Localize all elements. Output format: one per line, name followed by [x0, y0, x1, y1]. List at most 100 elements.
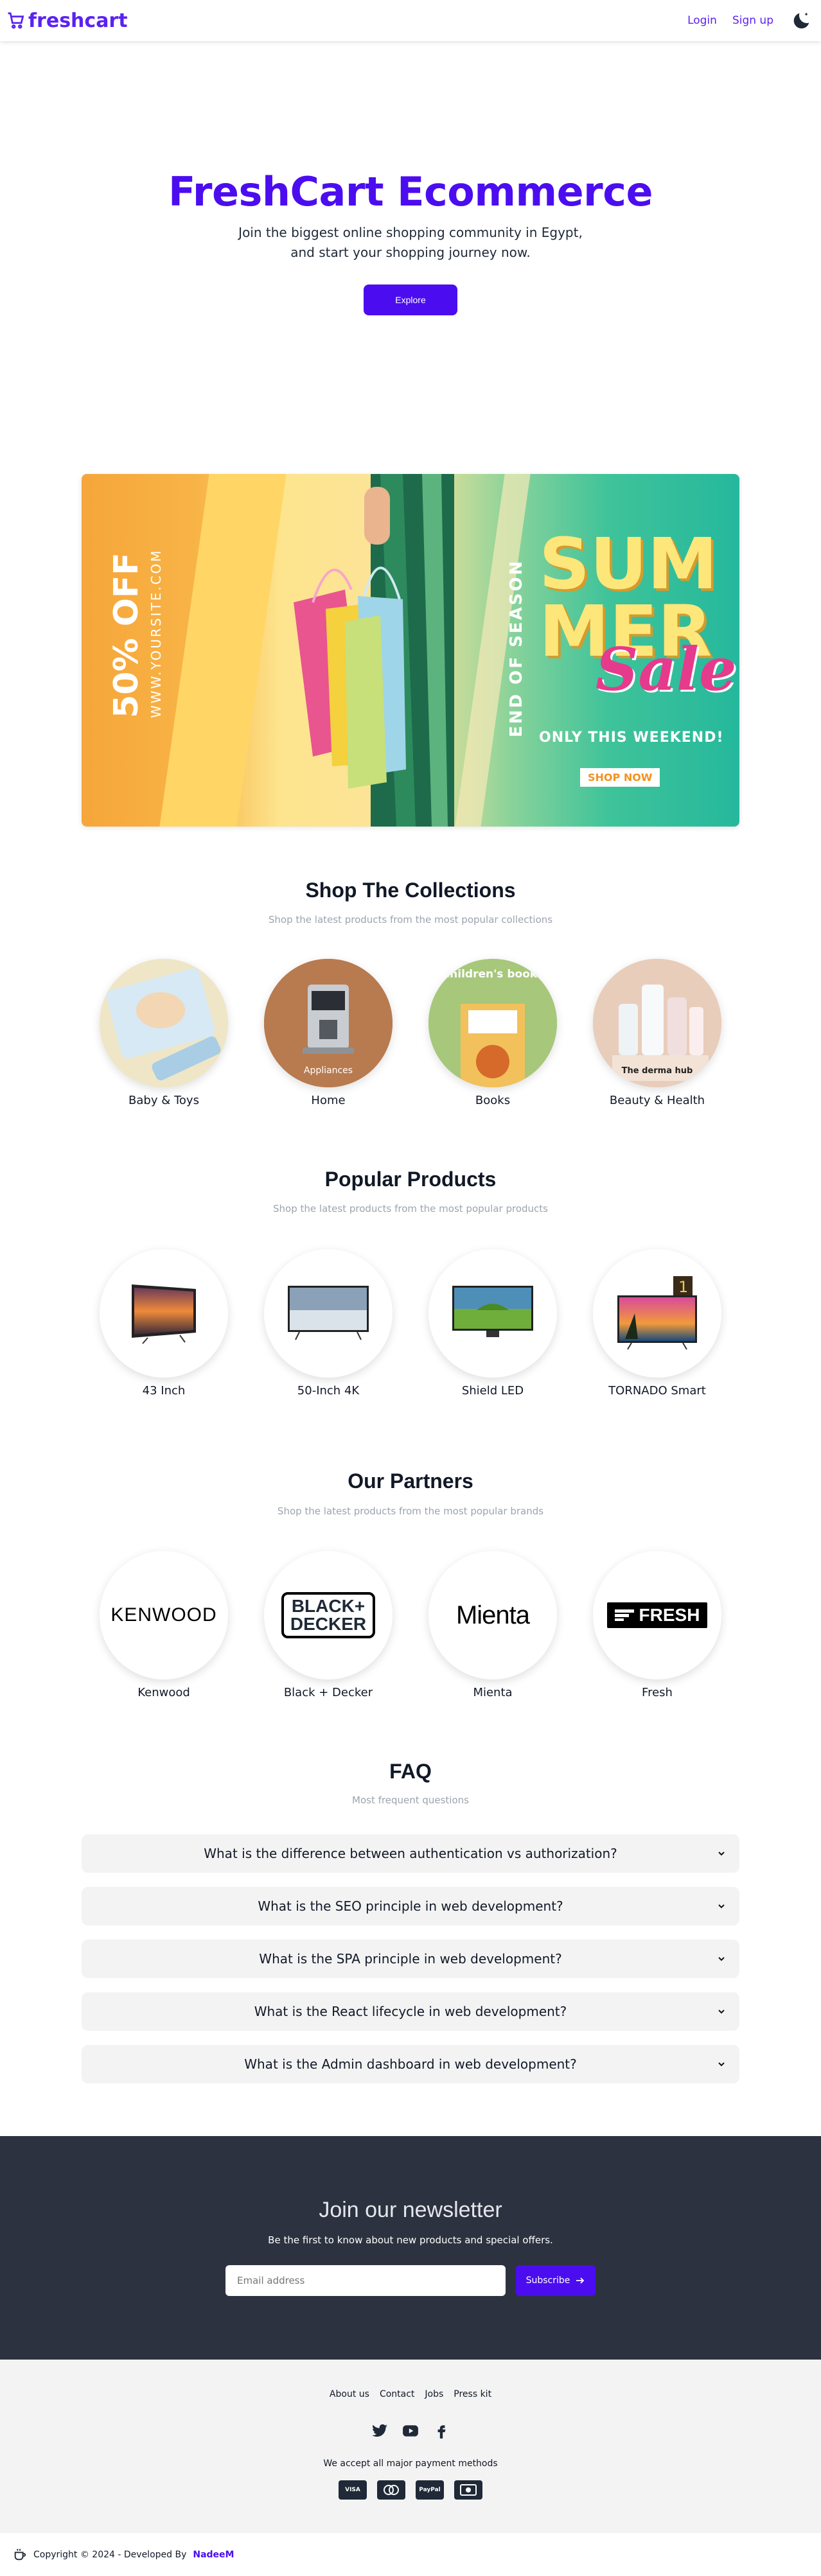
product-card[interactable]: 1 TORNADO Smart: [593, 1249, 721, 1398]
chevron-down-icon: [718, 2062, 725, 2067]
explore-button[interactable]: Explore: [364, 285, 457, 315]
credit-card-icon: [454, 2480, 482, 2500]
partners-title: Our Partners: [348, 1469, 473, 1493]
banner-sale: Sale: [596, 635, 737, 704]
collection-label: Baby & Toys: [128, 1094, 199, 1107]
fresh-logo-text: FRESH: [639, 1605, 700, 1625]
product-image: [428, 1249, 557, 1378]
moon-icon: [793, 12, 809, 29]
product-card[interactable]: 50-Inch 4K: [264, 1249, 393, 1398]
fresh-mark-icon: [614, 1609, 634, 1621]
facebook-icon[interactable]: [433, 2423, 450, 2439]
faq-question: What is the SEO principle in web develop…: [258, 1898, 563, 1914]
product-image: [264, 1249, 393, 1378]
partner-label: Black + Decker: [283, 1686, 373, 1699]
copyright-text: Copyright © 2024 - Developed By: [33, 2549, 187, 2560]
faq-item[interactable]: What is the SPA principle in web develop…: [82, 1940, 739, 1978]
shop-now-button[interactable]: SHOP NOW: [580, 768, 660, 787]
theme-toggle[interactable]: [789, 8, 815, 33]
tv-image: [132, 1284, 196, 1344]
developer-link[interactable]: NadeeM: [193, 2550, 234, 2560]
products-subtitle: Shop the latest products from the most p…: [273, 1203, 548, 1214]
banner-weekend: ONLY THIS WEEKEND!: [539, 730, 724, 746]
payments-text: We accept all major payment methods: [323, 2458, 498, 2469]
faq-question: What is the React lifecycle in web devel…: [254, 2004, 567, 2019]
product-card[interactable]: 43 Inch: [100, 1249, 228, 1398]
footer-link-press[interactable]: Press kit: [454, 2389, 491, 2399]
nav-actions: Login Sign up: [687, 8, 815, 33]
collection-label: Home: [311, 1094, 346, 1107]
footer-link-about[interactable]: About us: [330, 2389, 369, 2399]
faq-item[interactable]: What is the Admin dashboard in web devel…: [82, 2045, 739, 2083]
arrow-right-icon: [576, 2277, 585, 2284]
footer-link-contact[interactable]: Contact: [380, 2389, 414, 2399]
promo-banner: 50% OFF WWW.YOURSITE.COM END OF SEASON S…: [82, 474, 739, 827]
newsletter-text: Be the first to know about new products …: [268, 2234, 553, 2246]
collection-card[interactable]: Children's books Books: [428, 959, 557, 1107]
hero-subtitle: Join the biggest online shopping communi…: [238, 225, 583, 260]
fresh-logo: FRESH: [606, 1602, 708, 1628]
partner-label: Fresh: [642, 1686, 673, 1699]
newsletter-section: Join our newsletter Be the first to know…: [0, 2136, 821, 2360]
collections-row: Baby & Toys Appliances Home Children's b…: [0, 959, 821, 1107]
partners-subtitle: Shop the latest products from the most p…: [277, 1505, 544, 1517]
partner-card[interactable]: BLACK+ DECKER Black + Decker: [264, 1551, 393, 1699]
payment-icons: VISA PayPal: [0, 2480, 821, 2500]
product-label: 43 Inch: [142, 1384, 186, 1398]
footer-link-jobs[interactable]: Jobs: [425, 2389, 443, 2399]
footer: About us Contact Jobs Press kit We accep…: [0, 2360, 821, 2533]
product-card[interactable]: Shield LED: [428, 1249, 557, 1398]
brand-logo[interactable]: freshcart: [6, 10, 128, 32]
footer-links: About us Contact Jobs Press kit: [0, 2389, 821, 2399]
collection-card[interactable]: Baby & Toys: [100, 959, 228, 1107]
signup-link[interactable]: Sign up: [732, 14, 773, 27]
brand-name: freshcart: [28, 9, 128, 32]
faq-question: What is the difference between authentic…: [204, 1846, 617, 1861]
partner-card[interactable]: KENWOOD Kenwood: [100, 1551, 228, 1699]
faq-item[interactable]: What is the SEO principle in web develop…: [82, 1887, 739, 1925]
coffee-icon: [14, 2548, 26, 2560]
copyright-bar: Copyright © 2024 - Developed By NadeeM: [0, 2533, 821, 2576]
collection-card[interactable]: The derma hub Beauty & Health: [593, 959, 721, 1107]
site-text: WWW.YOURSITE.COM: [148, 548, 164, 718]
paypal-icon: PayPal: [416, 2480, 444, 2500]
tv-image: [452, 1286, 533, 1337]
email-input[interactable]: [225, 2265, 506, 2296]
product-image: 1: [593, 1249, 721, 1378]
faq-question: What is the SPA principle in web develop…: [259, 1951, 562, 1967]
season-text: END OF SEASON: [507, 559, 526, 737]
collection-overlay: Children's books: [441, 968, 544, 981]
product-label: TORNADO Smart: [608, 1384, 706, 1398]
partner-logo: FRESH: [593, 1551, 721, 1679]
baby-toys-image: [100, 959, 228, 1087]
collection-image: The derma hub: [593, 959, 721, 1087]
visa-icon: VISA: [339, 2480, 367, 2500]
product-label: 50-Inch 4K: [297, 1384, 360, 1398]
faq-item[interactable]: What is the React lifecycle in web devel…: [82, 1992, 739, 2031]
faq-item[interactable]: What is the difference between authentic…: [82, 1834, 739, 1873]
cart-icon: [8, 12, 24, 29]
newsletter-form: Subscribe: [0, 2265, 821, 2296]
banner-season: END OF SEASON: [507, 551, 533, 737]
collections-title: Shop The Collections: [305, 879, 516, 902]
youtube-icon[interactable]: [402, 2423, 419, 2439]
product-label: Shield LED: [461, 1384, 524, 1398]
collection-label: Beauty & Health: [609, 1094, 705, 1107]
collection-card[interactable]: Appliances Home: [264, 959, 393, 1107]
subscribe-button[interactable]: Subscribe: [516, 2265, 596, 2296]
partner-card[interactable]: FRESH Fresh: [593, 1551, 721, 1699]
collection-image: Appliances: [264, 959, 393, 1087]
logo-line: BLACK+: [291, 1596, 366, 1616]
faq-subtitle: Most frequent questions: [352, 1794, 469, 1806]
login-link[interactable]: Login: [687, 14, 717, 27]
collection-label: Books: [475, 1094, 511, 1107]
hero-title: FreshCart Ecommerce: [168, 168, 653, 215]
navbar: freshcart Login Sign up: [0, 0, 821, 41]
partner-card[interactable]: Mienta Mienta: [428, 1551, 557, 1699]
newsletter-title: Join our newsletter: [319, 2198, 502, 2222]
product-image: [100, 1249, 228, 1378]
partner-logo: BLACK+ DECKER: [264, 1551, 393, 1679]
twitter-icon[interactable]: [371, 2423, 388, 2439]
faq-list: What is the difference between authentic…: [82, 1834, 739, 2098]
tv-image: 1: [617, 1276, 697, 1350]
